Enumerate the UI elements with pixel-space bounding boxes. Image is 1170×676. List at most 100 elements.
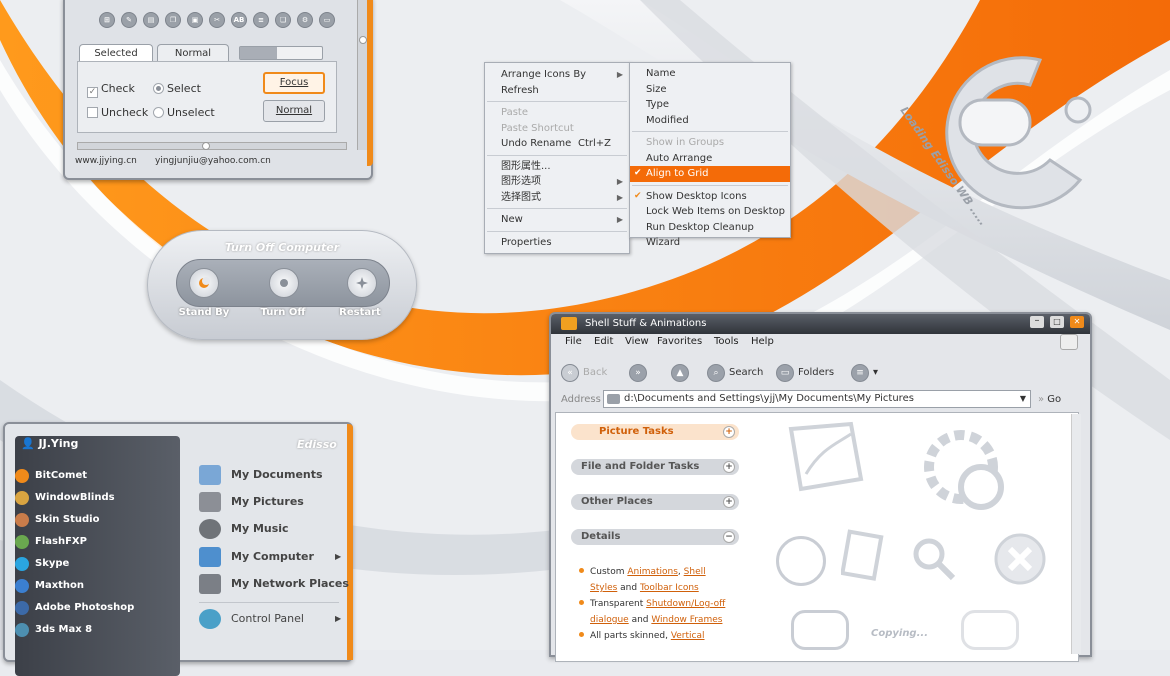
unselect-radio[interactable]: Unselect <box>153 106 215 119</box>
restart-button[interactable] <box>347 268 377 298</box>
horizontal-scrollbar[interactable] <box>77 142 347 150</box>
copy-icon[interactable]: ❐ <box>165 12 181 28</box>
paste-icon[interactable]: ▣ <box>187 12 203 28</box>
menu-view[interactable]: View <box>625 336 649 347</box>
submenu-item-show-desktop-icons[interactable]: ✔ Show Desktop Icons <box>630 189 790 205</box>
pane-other-places[interactable]: Other Places + <box>571 494 739 510</box>
pane-file-folder-tasks[interactable]: File and Folder Tasks + <box>571 459 739 475</box>
place-my-documents[interactable]: My Documents <box>199 462 323 488</box>
menu-item-properties[interactable]: Properties <box>485 235 629 251</box>
edisso-logo-faded-icon[interactable] <box>961 610 1019 650</box>
program-skype[interactable]: Skype <box>15 554 69 574</box>
forward-button[interactable]: » <box>629 362 651 384</box>
focus-button[interactable]: Focus <box>263 72 325 94</box>
grid-icon[interactable]: ⊞ <box>99 12 115 28</box>
link-animations[interactable]: Animations <box>627 567 678 577</box>
program-skin-studio[interactable]: Skin Studio <box>15 510 99 530</box>
list-icon[interactable]: ≡ <box>253 12 269 28</box>
pane-details[interactable]: Details − <box>571 529 739 545</box>
turn-off-button[interactable] <box>269 268 299 298</box>
submenu-item-modified[interactable]: Modified <box>630 113 790 129</box>
dropdown-arrow-icon[interactable]: ▼ <box>1020 391 1026 407</box>
views-button[interactable]: ≡ ▾ <box>851 362 878 384</box>
turn-off-dialog: Turn Off Computer Stand By Turn Off Rest… <box>147 230 417 340</box>
submenu-item-type[interactable]: Type <box>630 97 790 113</box>
uncheck-checkbox[interactable]: Uncheck <box>87 106 148 119</box>
program-windowblinds[interactable]: WindowBlinds <box>15 488 115 508</box>
menu-item-new[interactable]: New ▶ <box>485 212 629 228</box>
submenu-item-lock-web-items[interactable]: Lock Web Items on Desktop <box>630 204 790 220</box>
picture-file-icon[interactable] <box>781 419 871 499</box>
link-vertical[interactable]: Vertical <box>671 631 705 641</box>
program-photoshop[interactable]: Adobe Photoshop <box>15 598 134 618</box>
menu-file[interactable]: File <box>565 336 582 347</box>
menu-item-undo-rename[interactable]: Undo Rename Ctrl+Z <box>485 136 629 152</box>
hscroll-thumb[interactable] <box>202 142 210 150</box>
cd-disc-icon[interactable] <box>776 536 826 586</box>
menu-item-graphics-properties[interactable]: 图形属性... <box>485 159 629 175</box>
select-radio[interactable]: Select <box>153 82 201 95</box>
folders-button[interactable]: ▭ Folders <box>776 362 834 384</box>
up-folder-button[interactable]: ▲ <box>671 362 693 384</box>
vertical-scrollbar[interactable] <box>1071 414 1081 654</box>
link-styles[interactable]: Styles <box>590 583 617 593</box>
program-flashfxp[interactable]: FlashFXP <box>15 532 87 552</box>
folder-icon[interactable]: ▭ <box>319 12 335 28</box>
program-3ds-max[interactable]: 3ds Max 8 <box>15 620 92 640</box>
film-icon[interactable] <box>841 529 886 584</box>
link-icon[interactable]: ✎ <box>121 12 137 28</box>
program-bitcomet[interactable]: BitComet <box>15 466 87 486</box>
link-shutdown[interactable]: Shutdown/Log-off <box>646 599 725 609</box>
submenu-item-size[interactable]: Size <box>630 82 790 98</box>
go-button[interactable]: » Go <box>1038 394 1061 405</box>
details-line-4: dialogue and Window Frames <box>590 615 723 625</box>
delete-x-icon[interactable] <box>993 532 1048 587</box>
link-window-frames[interactable]: Window Frames <box>651 615 722 625</box>
menu-item-refresh[interactable]: Refresh <box>485 83 629 99</box>
menu-tools[interactable]: Tools <box>714 336 739 347</box>
place-my-music[interactable]: My Music <box>199 516 289 542</box>
maxthon-icon <box>15 579 29 593</box>
stand-by-button[interactable] <box>189 268 219 298</box>
minimize-icon[interactable]: – <box>1030 316 1044 328</box>
scroll-thumb[interactable] <box>359 36 367 44</box>
tools-icon[interactable]: ⚙ <box>297 12 313 28</box>
program-maxthon[interactable]: Maxthon <box>15 576 84 596</box>
tab-normal[interactable]: Normal <box>157 44 229 62</box>
menu-item-arrange[interactable]: Arrange Icons By ▶ <box>485 67 629 83</box>
edisso-logo-icon[interactable] <box>791 610 849 650</box>
cut-icon[interactable]: ✂ <box>209 12 225 28</box>
close-icon[interactable]: ✕ <box>1070 316 1084 328</box>
menu-help[interactable]: Help <box>751 336 774 347</box>
submenu-item-name[interactable]: Name <box>630 66 790 82</box>
search-button[interactable]: ⌕ Search <box>707 362 763 384</box>
menu-edit[interactable]: Edit <box>594 336 613 347</box>
normal-button[interactable]: Normal <box>263 100 325 122</box>
link-dialogue[interactable]: dialogue <box>590 615 629 625</box>
pane-picture-tasks[interactable]: Picture Tasks + <box>571 424 739 440</box>
place-my-computer[interactable]: My Computer ▶ <box>199 544 341 570</box>
link-shell[interactable]: Shell <box>684 567 706 577</box>
submenu-item-align-to-grid[interactable]: ✔ Align to Grid <box>630 166 790 182</box>
menu-favorites[interactable]: Favorites <box>657 336 702 347</box>
place-my-network[interactable]: My Network Places <box>199 571 349 597</box>
place-control-panel[interactable]: Control Panel ▶ <box>199 606 341 632</box>
text-ab-icon[interactable]: AB <box>231 12 247 28</box>
gear-icon[interactable] <box>916 422 1011 517</box>
check-checkbox[interactable]: ✓ Check <box>87 82 135 98</box>
address-field[interactable]: d:\Documents and Settings\yjj\My Documen… <box>603 390 1031 408</box>
submenu-item-auto-arrange[interactable]: Auto Arrange <box>630 151 790 167</box>
clipboard-icon[interactable]: ▤ <box>143 12 159 28</box>
pages-icon[interactable]: ❏ <box>275 12 291 28</box>
maximize-icon[interactable]: □ <box>1050 316 1064 328</box>
vertical-scrollbar[interactable] <box>357 0 367 150</box>
tab-selected[interactable]: Selected <box>79 44 153 62</box>
link-toolbar-icons[interactable]: Toolbar Icons <box>640 583 699 593</box>
menu-item-graphics-options[interactable]: 图形选项 ▶ <box>485 174 629 190</box>
back-button[interactable]: «Back <box>561 362 607 384</box>
submenu-arrow-icon: ▶ <box>335 614 342 623</box>
menu-item-select-scheme[interactable]: 选择图式 ▶ <box>485 190 629 206</box>
magnifier-icon[interactable] <box>909 534 959 584</box>
submenu-item-cleanup-wizard[interactable]: Run Desktop Cleanup Wizard <box>630 220 790 248</box>
place-my-pictures[interactable]: My Pictures <box>199 489 304 515</box>
